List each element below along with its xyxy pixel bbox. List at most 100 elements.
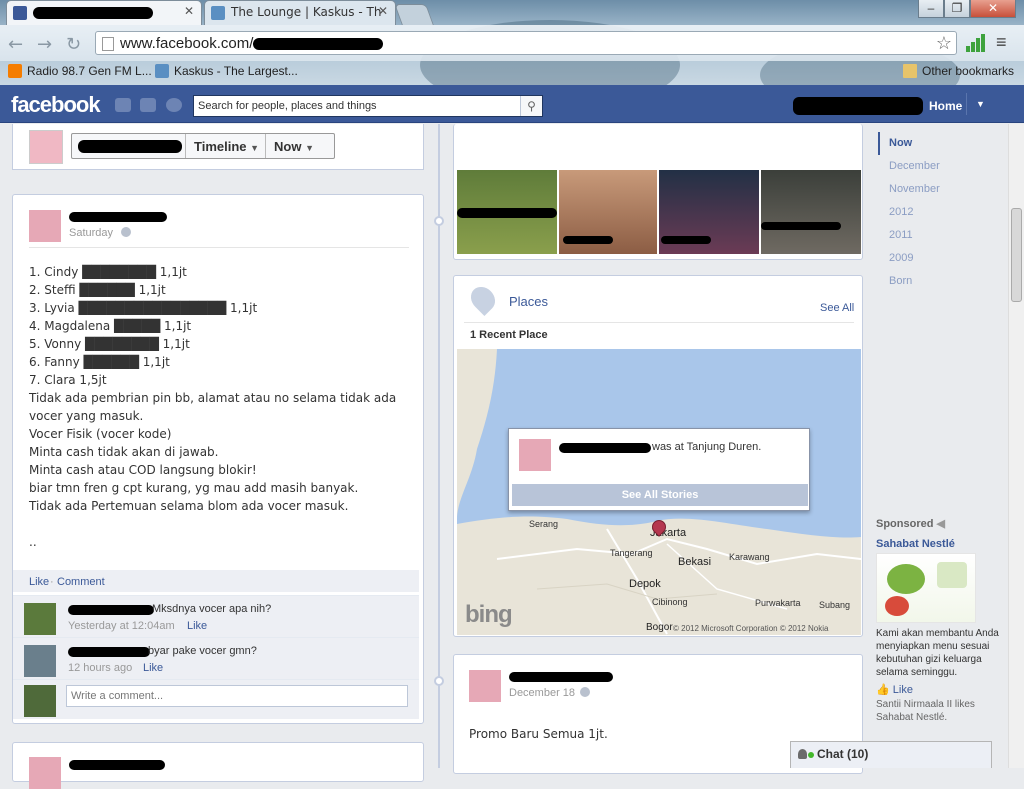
comment-text: Mksdnya vocer apa nih? [152, 603, 272, 615]
photo-thumb[interactable] [457, 170, 557, 254]
tab-facebook[interactable]: ✕ [6, 0, 202, 25]
bookmark-star-icon[interactable]: ☆ [936, 33, 952, 54]
facebook-icon [13, 6, 27, 20]
ad-social: Santii Nirmaala II likes Sahabat Nestlé. [876, 699, 975, 723]
maximize-button[interactable]: ❐ [944, 0, 970, 18]
new-tab-button[interactable] [394, 4, 434, 25]
places-title[interactable]: Places [509, 294, 548, 309]
popup-avatar[interactable] [519, 439, 551, 471]
divider [966, 93, 967, 115]
close-tab-icon[interactable]: ✕ [378, 4, 388, 18]
bookmark-kaskus[interactable]: Kaskus - The Largest... [155, 64, 298, 78]
write-comment-row: Write a comment... [13, 679, 419, 719]
places-icon [466, 282, 500, 316]
map-label: Depok [629, 578, 661, 590]
close-window-button[interactable]: ✕ [970, 0, 1016, 18]
places-see-all[interactable]: See All [820, 302, 854, 314]
my-avatar [24, 685, 56, 717]
bookmarks-bar: Radio 98.7 Gen FM L... Kaskus - The Larg… [0, 61, 1024, 85]
other-bookmarks-label: Other bookmarks [922, 64, 1015, 78]
audience-icon [121, 227, 131, 237]
reload-icon[interactable]: ↻ [66, 34, 81, 55]
photos-card [453, 124, 863, 260]
tab-title: The Lounge | Kaskus - Th [231, 5, 382, 19]
ad-image[interactable] [876, 553, 976, 623]
search-input[interactable]: Search for people, places and things ⚲ [193, 95, 543, 117]
facebook-logo[interactable]: facebook [11, 92, 101, 118]
page-scrollbar[interactable] [1008, 124, 1024, 768]
comment-like-link[interactable]: Like [143, 662, 163, 674]
timeline-dot [434, 676, 444, 686]
year-now[interactable]: Now [878, 132, 940, 155]
comment-like-link[interactable]: Like [187, 620, 207, 632]
wrench-menu-icon[interactable]: ≡ [996, 33, 1014, 51]
map-label: Bogor [646, 622, 673, 633]
close-tab-icon[interactable]: ✕ [184, 4, 194, 18]
notifications-icon[interactable] [166, 98, 182, 112]
messages-icon[interactable] [140, 98, 156, 112]
map-label: Karawang [729, 552, 770, 562]
back-icon[interactable]: ← [8, 34, 23, 55]
bing-logo: bing [465, 601, 513, 628]
online-dot-icon [808, 752, 814, 758]
chat-bar[interactable]: Chat (10) [790, 741, 992, 768]
map-label: Purwakarta [755, 598, 801, 608]
post-avatar[interactable] [29, 210, 61, 242]
commenter-avatar[interactable] [24, 645, 56, 677]
account-menu-icon[interactable]: ▼ [976, 99, 985, 109]
tab-kaskus[interactable]: The Lounge | Kaskus - Th ✕ [204, 0, 396, 25]
ad-like-link[interactable]: Like [893, 684, 913, 696]
comment-text: byar pake vocer gmn? [148, 645, 257, 657]
comment-time[interactable]: Yesterday at 12:04am [68, 620, 175, 632]
post-date[interactable]: December 18 [509, 687, 575, 699]
post-author[interactable] [69, 212, 167, 222]
address-bar[interactable]: www.facebook.com/ ☆ [95, 31, 957, 55]
story-card-next [12, 742, 424, 789]
ad-title[interactable]: Sahabat Nestlé [876, 538, 1001, 550]
megaphone-icon: ◀ [936, 518, 945, 530]
page-icon [102, 37, 114, 51]
post-date[interactable]: Saturday [69, 227, 113, 239]
post-avatar[interactable] [29, 757, 61, 789]
map-label: Bekasi [678, 556, 712, 568]
search-icon[interactable]: ⚲ [520, 96, 542, 116]
comment-link[interactable]: Comment [57, 576, 105, 588]
blogger-icon [8, 64, 22, 78]
minimize-button[interactable]: – [918, 0, 944, 18]
year-born[interactable]: Born [878, 270, 940, 293]
sponsored-section: Sponsored ◀ Sahabat Nestlé Kami akan mem… [876, 517, 1001, 724]
audience-icon [580, 687, 590, 697]
map-label: Subang [819, 600, 851, 610]
year-november[interactable]: November [878, 178, 940, 201]
friend-requests-icon[interactable] [115, 98, 131, 112]
extension-signal-icon[interactable] [966, 34, 986, 52]
comment-time[interactable]: 12 hours ago [68, 662, 132, 674]
browser-toolbar: ← → ↻ www.facebook.com/ ☆ ≡ [0, 25, 1024, 61]
forward-icon[interactable]: → [37, 34, 52, 55]
photo-thumb[interactable] [659, 170, 759, 254]
photo-thumb[interactable] [559, 170, 657, 254]
home-link[interactable]: Home [929, 99, 962, 113]
write-comment-input[interactable]: Write a comment... [66, 685, 408, 707]
bookmark-radio[interactable]: Radio 98.7 Gen FM L... [8, 64, 152, 78]
year-2009[interactable]: 2009 [878, 247, 940, 270]
kaskus-icon [155, 64, 169, 78]
chat-people-icon [798, 749, 807, 759]
comment: Mksdnya vocer apa nih? Yesterday at 12:0… [13, 595, 419, 637]
scrollbar-thumb[interactable] [1011, 208, 1022, 302]
photo-thumb[interactable] [761, 170, 861, 254]
map[interactable]: Serang Jakarta Tangerang Karawang Bekasi… [457, 349, 861, 635]
profile-name-link[interactable] [793, 97, 923, 115]
year-2012[interactable]: 2012 [878, 201, 940, 224]
commenter-avatar[interactable] [24, 603, 56, 635]
post-avatar[interactable] [469, 670, 501, 702]
sponsored-label: Sponsored [876, 518, 934, 530]
post-body: Promo Baru Semua 1jt. [469, 727, 608, 741]
see-all-stories-button[interactable]: See All Stories [512, 484, 808, 506]
like-link[interactable]: Like [29, 576, 49, 588]
chat-label: Chat (10) [817, 747, 869, 761]
other-bookmarks[interactable]: Other bookmarks [903, 64, 1014, 78]
year-2011[interactable]: 2011 [878, 224, 940, 247]
bookmark-label: Radio 98.7 Gen FM L... [27, 64, 152, 78]
year-december[interactable]: December [878, 155, 940, 178]
